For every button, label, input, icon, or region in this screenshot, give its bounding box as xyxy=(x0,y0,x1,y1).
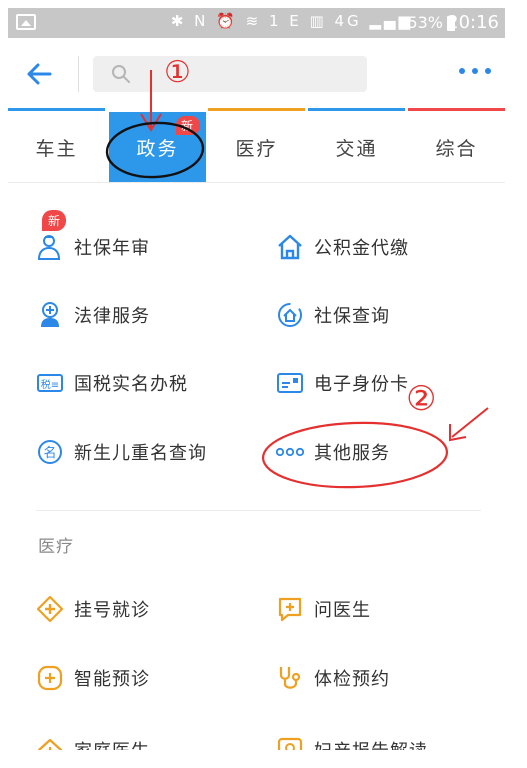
physical-exam-booking[interactable]: 体检预约 xyxy=(276,663,390,693)
house-icon xyxy=(276,233,304,261)
bottom-crop xyxy=(0,750,527,766)
item-label: 新生儿重名查询 xyxy=(74,443,207,464)
item-label: 公积金代缴 xyxy=(314,238,409,259)
item-label: 国税实名办税 xyxy=(74,374,188,395)
item-label: 体检预约 xyxy=(314,669,390,690)
social-security-annual-review[interactable]: 社保年审 xyxy=(36,232,150,262)
tab-label: 政务 xyxy=(136,137,179,160)
other-services[interactable]: 其他服务 xyxy=(275,437,390,467)
header xyxy=(8,38,505,108)
more-dots-icon xyxy=(275,438,305,466)
item-label: 社保查询 xyxy=(314,306,390,327)
law-icon xyxy=(36,301,64,329)
svg-text:名: 名 xyxy=(43,445,56,461)
search-input[interactable] xyxy=(143,60,357,90)
more-dot-icon xyxy=(459,68,465,74)
search-box[interactable] xyxy=(93,56,367,92)
tab-car-owner[interactable]: 车主 xyxy=(8,112,105,182)
cross-diamond-icon xyxy=(36,595,64,623)
registration-visit[interactable]: 挂号就诊 xyxy=(36,594,150,624)
item-label: 问医生 xyxy=(314,600,371,621)
item-label: 社保年审 xyxy=(74,238,150,259)
tab-traffic[interactable]: 交通 xyxy=(308,112,405,182)
stethoscope-icon xyxy=(276,664,304,692)
clock: 20:16 xyxy=(447,12,499,33)
tab-government[interactable]: 政务 新 xyxy=(109,112,206,182)
tab-label: 综合 xyxy=(435,137,478,160)
smart-prediagnosis[interactable]: 智能预诊 xyxy=(36,663,150,693)
electronic-id-card[interactable]: 电子身份卡 xyxy=(276,368,409,398)
chat-plus-icon xyxy=(276,595,304,623)
tab-medical[interactable]: 医疗 xyxy=(208,112,305,182)
search-icon xyxy=(112,65,130,83)
category-tabs: 车主 政务 新 医疗 交通 综合 xyxy=(8,112,505,182)
newborn-name-search[interactable]: 名 新生儿重名查询 xyxy=(36,437,207,467)
legal-services[interactable]: 法律服务 xyxy=(36,300,150,330)
name-search-icon: 名 xyxy=(36,438,64,466)
ask-doctor[interactable]: 问医生 xyxy=(276,594,371,624)
item-label: 智能预诊 xyxy=(74,669,150,690)
section-title-medical: 医疗 xyxy=(38,537,74,557)
image-notification-icon xyxy=(16,14,36,30)
status-bar: ✱ N ⏰ ≋ 1 E ▥ 4G ▂▄▆ 53% 20:16 xyxy=(8,8,505,38)
new-badge: 新 xyxy=(42,210,67,231)
status-icons: ✱ N ⏰ ≋ 1 E ▥ 4G ▂▄▆ xyxy=(170,12,413,30)
tab-general[interactable]: 综合 xyxy=(408,112,505,182)
item-label: 其他服务 xyxy=(314,443,390,464)
more-dot-icon xyxy=(485,68,491,74)
social-security-inquiry[interactable]: 社保查询 xyxy=(276,300,390,330)
svg-text:税≡: 税≡ xyxy=(41,378,59,391)
tab-label: 车主 xyxy=(35,137,78,160)
housing-fund-payment[interactable]: 公积金代缴 xyxy=(276,232,409,262)
arrow-left-icon xyxy=(27,63,52,85)
more-options-button[interactable] xyxy=(455,62,495,82)
header-divider xyxy=(78,56,79,92)
id-card-icon xyxy=(276,369,304,397)
item-label: 电子身份卡 xyxy=(314,374,409,395)
more-dot-icon xyxy=(472,68,478,74)
search-house-icon xyxy=(276,301,304,329)
national-tax-realname[interactable]: 税≡ 国税实名办税 xyxy=(36,368,188,398)
tabs-divider xyxy=(8,182,505,183)
tab-new-badge: 新 xyxy=(175,116,200,135)
item-label: 挂号就诊 xyxy=(74,600,150,621)
battery-percent: 53% xyxy=(407,13,443,32)
tax-icon: 税≡ xyxy=(36,369,64,397)
smart-diagnosis-icon xyxy=(36,664,64,692)
tab-label: 医疗 xyxy=(235,137,278,160)
section-divider xyxy=(36,510,481,511)
item-label: 法律服务 xyxy=(74,306,150,327)
person-badge-icon xyxy=(36,233,64,261)
back-button[interactable] xyxy=(22,56,58,92)
tab-label: 交通 xyxy=(335,137,378,160)
